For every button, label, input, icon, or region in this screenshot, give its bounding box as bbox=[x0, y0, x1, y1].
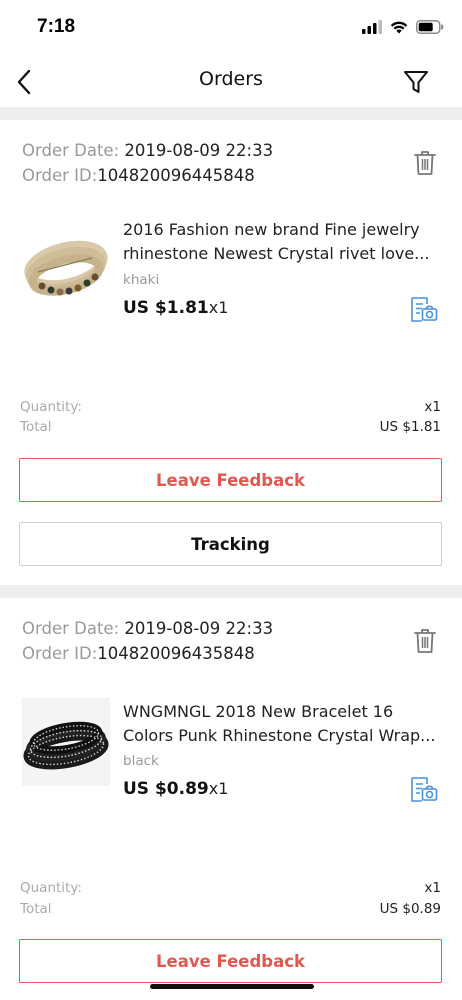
signal-icon bbox=[362, 20, 382, 34]
order-card: Order Date: 2019-08-09 22:33 Order ID:10… bbox=[0, 120, 462, 585]
filter-button[interactable] bbox=[398, 64, 434, 100]
wifi-icon bbox=[390, 21, 408, 34]
order-meta: Order Date: 2019-08-09 22:33 Order ID:10… bbox=[22, 616, 273, 666]
status-bar: 7:18 bbox=[0, 0, 462, 56]
trash-icon bbox=[414, 151, 436, 175]
order-meta: Order Date: 2019-08-09 22:33 Order ID:10… bbox=[22, 138, 273, 188]
product-title[interactable]: WNGMNGL 2018 New Bracelet 16 Colors Punk… bbox=[123, 700, 438, 748]
total-row: Total US $0.89 bbox=[20, 901, 441, 917]
tracking-button[interactable]: Tracking bbox=[19, 522, 442, 566]
product-image[interactable] bbox=[22, 220, 110, 308]
status-time: 7:18 bbox=[37, 16, 76, 37]
product-price: US $1.81x1 bbox=[123, 298, 228, 318]
leave-feedback-button[interactable]: Leave Feedback bbox=[19, 458, 442, 502]
order-date-row: Order Date: 2019-08-09 22:33 bbox=[22, 138, 273, 163]
delete-order-button[interactable] bbox=[410, 624, 440, 658]
total-label: Total bbox=[20, 901, 52, 917]
product-variant: black bbox=[123, 753, 159, 769]
order-id-label: Order ID: bbox=[22, 166, 98, 185]
order-id-value: 104820096435848 bbox=[97, 644, 255, 663]
quantity-label: Quantity: bbox=[20, 880, 82, 896]
order-id-row: Order ID:104820096445848 bbox=[22, 163, 273, 188]
quantity-label: Quantity: bbox=[20, 399, 82, 415]
section-separator bbox=[0, 107, 462, 120]
quantity-row: Quantity: x1 bbox=[20, 399, 441, 415]
nav-bar: Orders bbox=[0, 56, 462, 108]
trash-icon bbox=[414, 629, 436, 653]
total-value: US $1.81 bbox=[379, 419, 441, 435]
order-date-label: Order Date: bbox=[22, 141, 120, 160]
product-title-line: Colors Punk Rhinestone Crystal Wrap... bbox=[123, 726, 436, 745]
product-title[interactable]: 2016 Fashion new brand Fine jewelry rhin… bbox=[123, 218, 438, 266]
total-label: Total bbox=[20, 419, 52, 435]
order-date-value: 2019-08-09 22:33 bbox=[124, 141, 274, 160]
price-value: US $0.89 bbox=[123, 779, 209, 799]
snapshot-icon bbox=[411, 297, 438, 322]
section-separator bbox=[0, 585, 462, 598]
quantity-value: x1 bbox=[424, 399, 441, 415]
price-value: US $1.81 bbox=[123, 298, 209, 318]
order-id-row: Order ID:104820096435848 bbox=[22, 641, 273, 666]
order-id-label: Order ID: bbox=[22, 644, 98, 663]
total-row: Total US $1.81 bbox=[20, 419, 441, 435]
home-indicator[interactable] bbox=[150, 984, 314, 989]
snapshot-icon bbox=[411, 777, 438, 802]
product-title-line: rhinestone Newest Crystal rivet love... bbox=[123, 244, 430, 263]
delete-order-button[interactable] bbox=[410, 146, 440, 180]
product-image[interactable] bbox=[22, 698, 110, 786]
order-date-value: 2019-08-09 22:33 bbox=[124, 619, 274, 638]
product-title-line: 2016 Fashion new brand Fine jewelry bbox=[123, 220, 420, 239]
snapshot-button[interactable] bbox=[408, 294, 440, 326]
bracelet-black-image bbox=[22, 698, 110, 786]
total-value: US $0.89 bbox=[379, 901, 441, 917]
price-quantity: x1 bbox=[208, 779, 229, 798]
quantity-row: Quantity: x1 bbox=[20, 880, 441, 896]
order-id-value: 104820096445848 bbox=[97, 166, 255, 185]
product-price: US $0.89x1 bbox=[123, 779, 228, 799]
battery-icon bbox=[416, 20, 444, 34]
leave-feedback-button[interactable]: Leave Feedback bbox=[19, 939, 442, 983]
screen: 7:18 Orders Order Date: 2019-08-09 22:33… bbox=[0, 0, 462, 1000]
page-title: Orders bbox=[199, 68, 263, 90]
order-date-label: Order Date: bbox=[22, 619, 120, 638]
price-quantity: x1 bbox=[208, 298, 229, 317]
status-icons bbox=[362, 20, 444, 34]
quantity-value: x1 bbox=[424, 880, 441, 896]
snapshot-button[interactable] bbox=[408, 774, 440, 806]
bracelet-khaki-image bbox=[22, 220, 110, 308]
filter-icon bbox=[404, 71, 428, 93]
order-date-row: Order Date: 2019-08-09 22:33 bbox=[22, 616, 273, 641]
product-variant: khaki bbox=[123, 272, 160, 288]
product-title-line: WNGMNGL 2018 New Bracelet 16 bbox=[123, 702, 394, 721]
order-card: Order Date: 2019-08-09 22:33 Order ID:10… bbox=[0, 598, 462, 1000]
